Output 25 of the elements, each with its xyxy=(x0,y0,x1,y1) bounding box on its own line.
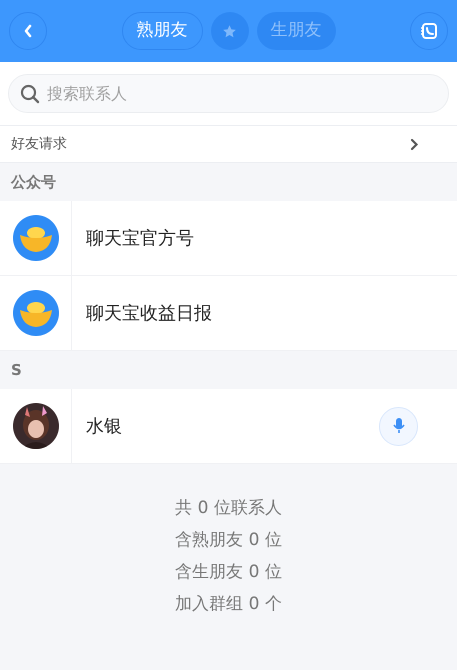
back-icon xyxy=(23,24,33,38)
contact-row[interactable]: 聊天宝官方号 xyxy=(0,201,457,276)
contact-row[interactable]: 聊天宝收益日报 xyxy=(0,276,457,351)
section-header: S xyxy=(11,360,22,381)
summary-text: 含生朋友 0 位 xyxy=(175,561,282,584)
chevron-right-icon xyxy=(410,138,419,150)
contact-name: 聊天宝官方号 xyxy=(86,226,195,250)
voice-button[interactable] xyxy=(379,406,418,446)
star-icon xyxy=(222,24,237,38)
search-icon xyxy=(20,84,40,104)
summary-text: 加入群组 0 个 xyxy=(175,593,282,616)
contact-name: 水银 xyxy=(86,414,123,438)
section-header: 公众号 xyxy=(11,172,56,193)
contact-row[interactable]: 水银 xyxy=(0,389,457,464)
contact-name: 聊天宝收益日报 xyxy=(86,302,213,326)
microphone-icon xyxy=(392,418,404,434)
phone-book-icon xyxy=(420,22,438,40)
back-button[interactable] xyxy=(9,12,47,50)
contacts-book-button[interactable] xyxy=(410,12,448,50)
friend-requests-row[interactable]: 好友请求 xyxy=(0,125,457,163)
ingot-icon xyxy=(12,290,58,336)
search-field[interactable]: 搜索联系人 xyxy=(8,74,449,113)
summary-text: 共 0 位联系人 xyxy=(175,497,282,520)
summary-text: 含熟朋友 0 位 xyxy=(175,529,282,552)
ingot-icon xyxy=(12,215,58,261)
